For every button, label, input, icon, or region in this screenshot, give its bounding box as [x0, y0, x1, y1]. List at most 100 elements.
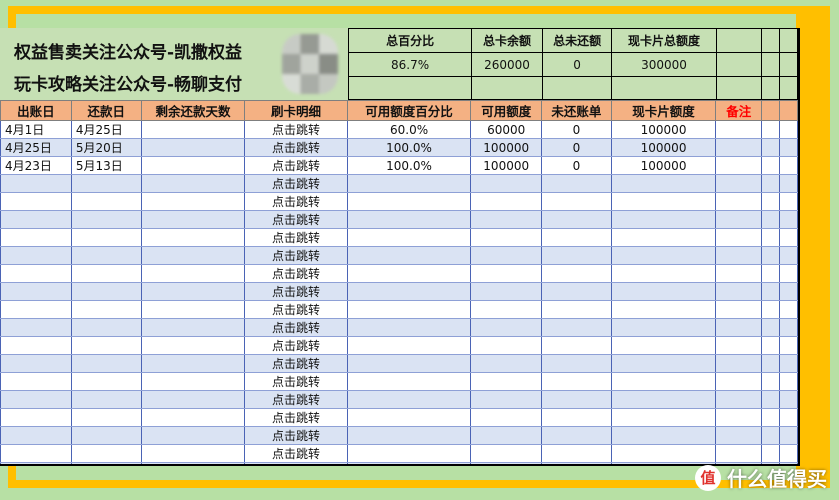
table-row[interactable]: 点击跳转	[0, 300, 798, 319]
cell-extra[interactable]	[779, 138, 798, 157]
cell-available-limit[interactable]: 100000	[470, 156, 543, 175]
cell-extra[interactable]	[779, 192, 798, 211]
cell-available-limit[interactable]	[470, 264, 543, 283]
cell-card-limit[interactable]	[610, 336, 717, 355]
cell-due-date[interactable]	[70, 444, 142, 463]
cell-available-limit[interactable]	[470, 354, 543, 373]
cell-due-date[interactable]	[70, 318, 142, 337]
cell-card-limit[interactable]	[610, 318, 717, 337]
table-row[interactable]: 点击跳转	[0, 174, 798, 193]
cell-due-date[interactable]	[70, 210, 142, 229]
cell-statement-date[interactable]	[0, 408, 72, 427]
cell-transaction-link[interactable]: 点击跳转	[244, 318, 348, 337]
cell-unpaid-bill[interactable]	[541, 390, 612, 409]
cell-unpaid-bill[interactable]	[541, 246, 612, 265]
cell-statement-date[interactable]	[0, 318, 72, 337]
cell-extra[interactable]	[779, 318, 798, 337]
cell-statement-date[interactable]	[0, 300, 72, 319]
summary-value-total-limit[interactable]: 300000	[611, 52, 717, 77]
cell-available-limit[interactable]	[470, 174, 543, 193]
cell-available-limit[interactable]: 60000	[470, 120, 543, 139]
cell-card-limit[interactable]	[610, 300, 717, 319]
summary-header-total-balance[interactable]: 总卡余额	[471, 28, 543, 53]
cell-card-limit[interactable]	[610, 444, 717, 463]
cell-statement-date[interactable]	[0, 444, 72, 463]
cell-card-limit[interactable]	[610, 408, 717, 427]
cell-available-limit[interactable]	[470, 246, 543, 265]
cell-note[interactable]	[715, 156, 763, 175]
cell-available-limit[interactable]	[470, 408, 543, 427]
cell-statement-date[interactable]	[0, 210, 72, 229]
cell-statement-date[interactable]	[0, 336, 72, 355]
cell-note[interactable]	[715, 444, 763, 463]
cell-available-limit[interactable]	[470, 210, 543, 229]
cell-extra[interactable]	[779, 426, 798, 445]
table-row[interactable]: 点击跳转	[0, 354, 798, 373]
cell-note[interactable]	[715, 426, 763, 445]
cell-available-percent[interactable]	[346, 264, 472, 283]
table-row[interactable]: 点击跳转	[0, 390, 798, 409]
cell-available-percent[interactable]	[346, 210, 472, 229]
table-row[interactable]: 点击跳转	[0, 210, 798, 229]
cell-due-date[interactable]	[70, 246, 142, 265]
cell-due-date[interactable]	[70, 408, 142, 427]
cell-available-percent[interactable]	[346, 318, 472, 337]
cell-available-percent[interactable]	[346, 390, 472, 409]
cell-available-limit[interactable]	[470, 426, 543, 445]
cell-available-limit[interactable]	[470, 462, 543, 464]
table-row[interactable]: 点击跳转	[0, 318, 798, 337]
cell-available-percent[interactable]: 100.0%	[346, 156, 472, 175]
cell-card-limit[interactable]	[610, 174, 717, 193]
table-row[interactable]: 点击跳转	[0, 462, 798, 464]
cell-extra[interactable]	[779, 408, 798, 427]
cell-note[interactable]	[715, 246, 763, 265]
cell-available-percent[interactable]	[346, 462, 472, 464]
cell-due-date[interactable]	[70, 372, 142, 391]
cell-statement-date[interactable]	[0, 372, 72, 391]
cell-extra[interactable]	[779, 120, 798, 139]
cell-statement-date[interactable]: 4月23日	[0, 156, 72, 175]
table-row[interactable]: 4月25日 5月20日 点击跳转 100.0% 100000 0 100000	[0, 138, 798, 157]
cell-days-left[interactable]	[140, 444, 246, 463]
table-row[interactable]: 点击跳转	[0, 426, 798, 445]
cell-available-limit[interactable]	[470, 390, 543, 409]
col-header-available-limit[interactable]: 可用额度	[470, 100, 543, 121]
cell-days-left[interactable]	[140, 336, 246, 355]
cell-note[interactable]	[715, 210, 763, 229]
cell-available-limit[interactable]	[470, 318, 543, 337]
cell-note[interactable]	[715, 300, 763, 319]
cell-due-date[interactable]	[70, 192, 142, 211]
summary-cell[interactable]	[761, 52, 781, 77]
cell-unpaid-bill[interactable]	[541, 264, 612, 283]
col-header-available-percent[interactable]: 可用额度百分比	[346, 100, 472, 121]
cell-card-limit[interactable]	[610, 354, 717, 373]
cell-extra[interactable]	[761, 120, 781, 139]
cell-extra[interactable]	[761, 282, 781, 301]
cell-due-date[interactable]: 4月25日	[70, 120, 142, 139]
cell-available-percent[interactable]	[346, 174, 472, 193]
table-row[interactable]: 点击跳转	[0, 228, 798, 247]
cell-extra[interactable]	[779, 390, 798, 409]
cell-transaction-link[interactable]: 点击跳转	[244, 354, 348, 373]
cell-unpaid-bill[interactable]	[541, 300, 612, 319]
cell-note[interactable]	[715, 264, 763, 283]
cell-card-limit[interactable]: 100000	[610, 138, 717, 157]
table-row[interactable]: 点击跳转	[0, 246, 798, 265]
cell-statement-date[interactable]	[0, 282, 72, 301]
col-header-empty[interactable]	[779, 100, 798, 121]
cell-extra[interactable]	[761, 174, 781, 193]
cell-days-left[interactable]	[140, 120, 246, 139]
cell-days-left[interactable]	[140, 228, 246, 247]
cell-card-limit[interactable]	[610, 372, 717, 391]
cell-extra[interactable]	[761, 156, 781, 175]
cell-extra[interactable]	[761, 390, 781, 409]
cell-available-limit[interactable]	[470, 372, 543, 391]
cell-available-limit[interactable]	[470, 444, 543, 463]
cell-transaction-link[interactable]: 点击跳转	[244, 444, 348, 463]
cell-due-date[interactable]	[70, 336, 142, 355]
cell-available-percent[interactable]: 100.0%	[346, 138, 472, 157]
cell-extra[interactable]	[761, 210, 781, 229]
summary-cell[interactable]	[779, 28, 798, 53]
table-row[interactable]: 点击跳转	[0, 264, 798, 283]
cell-unpaid-bill[interactable]	[541, 336, 612, 355]
